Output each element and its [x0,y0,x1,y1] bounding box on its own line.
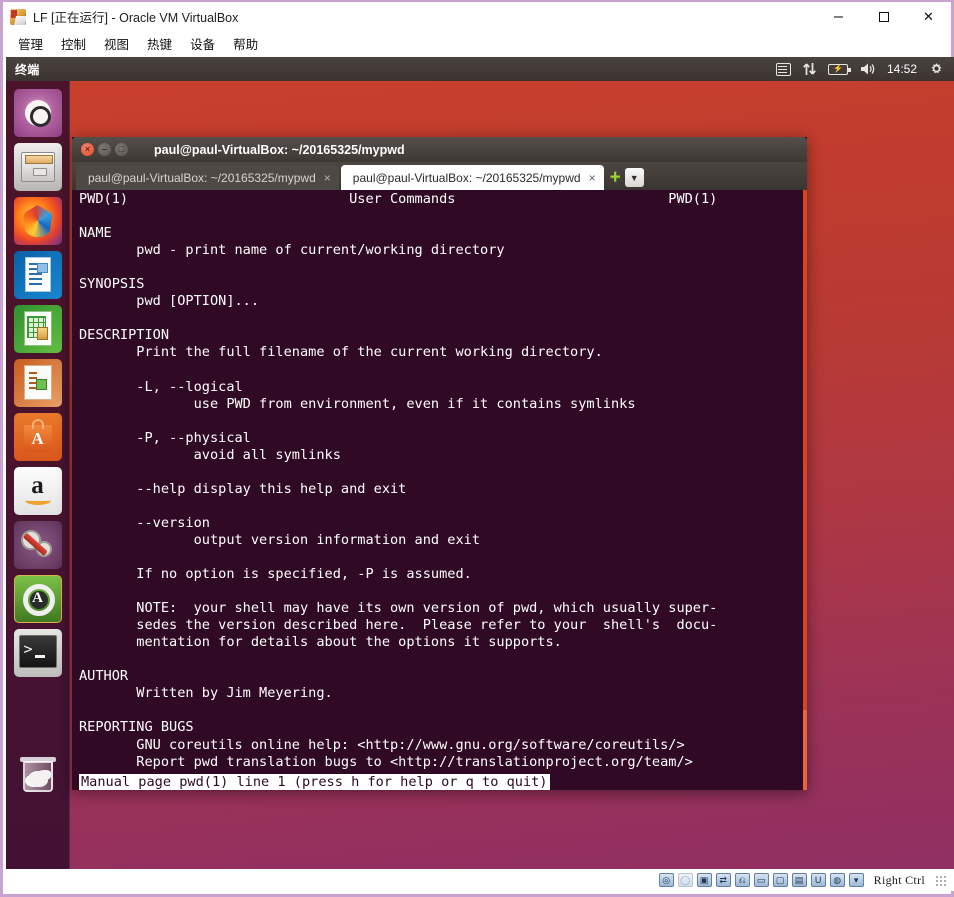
launcher-item-firefox[interactable] [13,197,62,245]
terminal-minimize-button[interactable]: – [98,143,111,156]
battery-charging-bolt: ⚡ [832,64,843,73]
terminal-body[interactable]: PWD(1) User Commands PWD(1) NAME pwd - p… [72,190,807,790]
terminal-scrollbar[interactable] [803,190,807,790]
terminal-window: × – □ paul@paul-VirtualBox: ~/20165325/m… [72,137,807,790]
amazon-icon: a [31,472,44,499]
network-icon[interactable]: ⇄ [715,873,731,887]
features-icon[interactable]: U [810,873,826,887]
resize-grip[interactable] [935,874,946,886]
optical-disk-icon[interactable]: ◯ [677,873,693,887]
battery-icon: ⚡ [827,63,851,75]
mouse-icon[interactable]: ◍ [829,873,845,887]
terminal-tab-2-close-icon[interactable]: × [589,171,596,185]
terminal-content: PWD(1) User Commands PWD(1) NAME pwd - p… [79,191,718,770]
ubuntu-dash-icon [24,100,51,127]
menu-devices[interactable]: 设备 [181,32,224,55]
host-key-label: Right Ctrl [873,872,925,887]
keyboard-indicator[interactable] [775,62,791,76]
network-indicator[interactable] [803,62,816,76]
menu-input[interactable]: 热键 [138,32,181,55]
launcher-item-amazon[interactable]: a [13,467,62,515]
libreoffice-writer-icon [24,257,51,292]
maximize-button[interactable] [861,2,906,31]
recording-icon[interactable]: ▤ [791,873,807,887]
tab-menu-button[interactable]: ▼ [624,168,644,187]
menu-machine[interactable]: 控制 [52,32,95,55]
launcher-item-settings[interactable] [13,521,62,569]
launcher-item-software[interactable]: A [13,413,62,461]
terminal-status-line: Manual page pwd(1) line 1 (press h for h… [79,774,550,790]
battery-indicator[interactable]: ⚡ [827,63,851,75]
close-button[interactable]: ✕ [906,2,951,31]
floppy-icon[interactable]: ▣ [696,873,712,887]
shared-folder-icon[interactable]: ▭ [753,873,769,887]
launcher-item-writer[interactable] [13,251,62,299]
terminal-scrollbar-thumb[interactable] [803,190,807,710]
guest-screen: 终端 ⚡ 14:52 A a A > × – □ paul@paul-Virtu… [6,57,954,874]
display-icon[interactable]: ▢ [772,873,788,887]
terminal-cursor-glyph [34,655,45,658]
software-bag-handle [31,419,44,429]
trash-contents [27,771,48,787]
launcher-item-impress[interactable] [13,359,62,407]
minimize-button[interactable]: – [816,2,861,31]
launcher-item-terminal[interactable]: > [13,629,62,677]
unity-launcher: A a A > [6,81,70,874]
terminal-close-button[interactable]: × [81,143,94,156]
virtualbox-statusbar: ◎ ◯ ▣ ⇄ ⎌ ▭ ▢ ▤ U ◍ ▾ Right Ctrl [6,869,954,891]
trash-lid [19,757,56,762]
usb-icon[interactable]: ⎌ [734,873,750,887]
libreoffice-impress-icon [23,365,52,400]
network-icon [803,63,816,75]
volume-indicator[interactable] [860,62,875,76]
launcher-item-updater[interactable]: A [13,575,62,623]
firefox-icon [22,205,53,237]
virtualbox-icon [10,8,26,25]
minimize-icon: – [101,144,107,154]
volume-icon [860,63,875,75]
virtualbox-window: LF [正在运行] - Oracle VM VirtualBox – ✕ 管理 … [0,0,954,897]
ubuntu-top-panel: 终端 ⚡ 14:52 [6,57,954,81]
updater-letter-a: A [32,590,43,606]
keyboard-icon [775,62,791,76]
launcher-item-trash[interactable] [14,751,62,799]
clock-indicator[interactable]: 14:52 [887,63,917,75]
panel-app-name[interactable]: 终端 [15,61,40,78]
system-menu-indicator[interactable] [929,62,944,77]
amazon-smile-glyph [24,496,51,505]
menu-manage[interactable]: 管理 [9,32,52,55]
terminal-tab-1-close-icon[interactable]: × [324,171,331,185]
terminal-tabbar: paul@paul-VirtualBox: ~/20165325/mypwd ×… [72,162,807,190]
launcher-item-files[interactable] [13,143,62,191]
terminal-window-title: paul@paul-VirtualBox: ~/20165325/mypwd [154,142,405,157]
new-tab-button[interactable]: + [610,168,621,187]
virtualbox-titlebar: LF [正在运行] - Oracle VM VirtualBox – ✕ [3,2,951,31]
window-title: LF [正在运行] - Oracle VM VirtualBox [33,11,239,25]
launcher-item-calc[interactable] [13,305,62,353]
terminal-tab-1[interactable]: paul@paul-VirtualBox: ~/20165325/mypwd × [76,165,339,190]
terminal-tab-1-label: paul@paul-VirtualBox: ~/20165325/mypwd [88,170,316,185]
keyboard-icon[interactable]: ▾ [848,873,864,887]
software-letter-a: A [31,429,44,448]
panel-indicators: ⚡ 14:52 [775,62,954,77]
launcher-item-dash-home[interactable] [13,89,62,137]
terminal-prompt-glyph: > [23,640,33,658]
calc-grid-glyph [26,316,48,340]
terminal-maximize-button[interactable]: □ [115,143,128,156]
files-icon [20,152,55,182]
virtualbox-menubar: 管理 控制 视图 热键 设备 帮助 [3,31,951,55]
terminal-window-controls: × – □ [72,143,128,156]
menu-view[interactable]: 视图 [95,32,138,55]
window-controls: – ✕ [816,2,951,31]
terminal-titlebar[interactable]: × – □ paul@paul-VirtualBox: ~/20165325/m… [72,137,807,162]
terminal-tab-2-label: paul@paul-VirtualBox: ~/20165325/mypwd [352,170,581,185]
hard-disk-icon[interactable]: ◎ [658,873,674,887]
maximize-icon: □ [118,144,125,154]
close-icon: × [84,144,91,154]
menu-help[interactable]: 帮助 [224,32,267,55]
gear-icon [931,62,942,73]
maximize-icon [878,11,889,22]
terminal-tab-2[interactable]: paul@paul-VirtualBox: ~/20165325/mypwd × [340,165,604,190]
